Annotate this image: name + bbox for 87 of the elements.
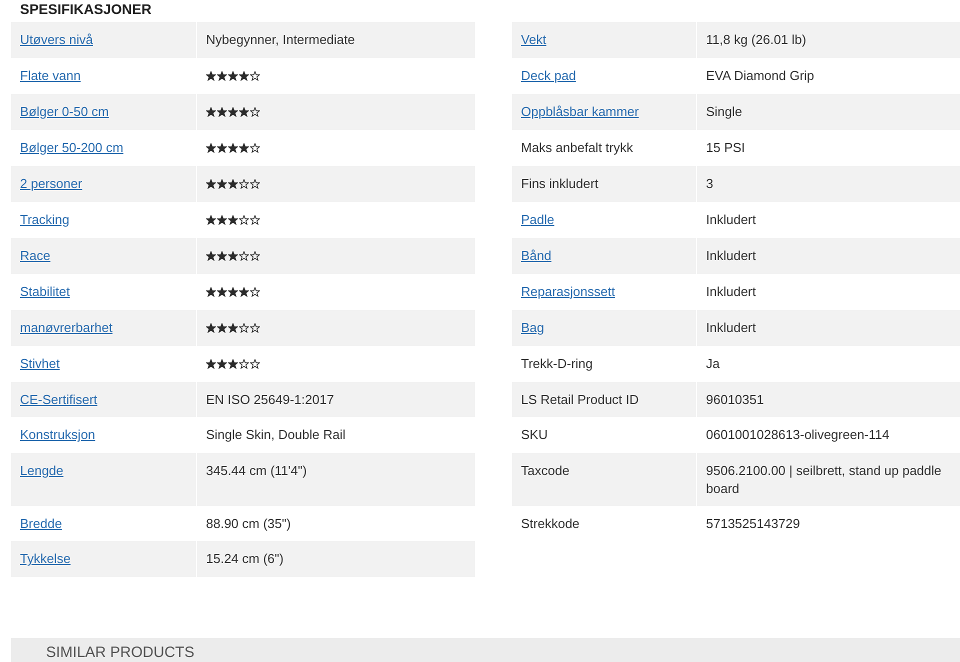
filled-star-icon [239,70,249,80]
filled-star-icon [206,214,216,224]
spec-link[interactable]: Tracking [20,212,70,226]
spec-value: 5713525143729 [706,516,800,530]
filled-star-icon [239,142,249,152]
filled-star-icon [206,178,216,188]
spec-value: Inkludert [706,212,756,226]
spec-link[interactable]: Oppblåsbar kammer [521,104,639,118]
filled-star-icon [228,250,238,260]
spec-link[interactable]: Flate vann [20,68,81,82]
spec-link[interactable]: Bredde [20,516,62,530]
filled-star-icon [228,178,238,188]
spec-value: Single Skin, Double Rail [206,427,346,442]
spec-link[interactable]: Vekt [521,32,546,47]
filled-star-icon [217,250,227,260]
filled-star-icon [228,106,238,116]
spec-label: Trekk-D-ring [521,356,593,370]
spec-link[interactable]: Tykkelse [20,551,71,566]
section-title: SIMILAR PRODUCTS [46,644,194,661]
filled-star-icon [206,142,216,152]
empty-star-icon [250,250,260,260]
filled-star-icon [206,322,216,332]
filled-star-icon [217,178,227,188]
filled-star-icon [206,250,216,260]
filled-star-icon [228,142,238,152]
empty-star-icon [250,358,260,368]
filled-star-icon [228,70,238,80]
spec-value: EN ISO 25649-1:2017 [206,392,334,406]
spec-link[interactable]: Stivhet [20,356,60,370]
spec-link[interactable]: Konstruksjon [20,427,96,442]
spec-value: 15 PSI [706,140,746,154]
spec-value: Ja [706,356,720,370]
filled-star-icon [217,322,227,332]
spec-value: 15.24 cm (6") [206,551,284,566]
filled-star-icon [217,70,227,80]
spec-link[interactable]: 2 personer [20,176,82,190]
spec-value: 9506.2100.00 | seilbrett, stand up paddle board [706,462,942,496]
empty-star-icon [250,322,260,332]
spec-link[interactable]: Stabilitet [20,284,70,298]
spec-value: Single [706,104,742,118]
spec-link[interactable]: Reparasjonssett [521,284,615,298]
spec-link[interactable]: Deck pad [521,68,576,82]
filled-star-icon [217,286,227,296]
filled-star-icon [228,322,238,332]
spec-label: Strekkode [521,516,580,530]
spec-link[interactable]: Race [20,248,50,262]
filled-star-icon [239,106,249,116]
filled-star-icon [217,214,227,224]
section-heading: SPESIFIKASJONER [19,0,152,19]
spec-value: EVA Diamond Grip [706,68,814,82]
spec-label: Maks anbefalt trykk [521,140,633,154]
spec-value: Inkludert [706,248,756,262]
spec-value: 345.44 cm (11'4") [206,462,307,478]
spec-link[interactable]: manøvrerbarhet [20,320,112,334]
filled-star-icon [206,358,216,368]
filled-star-icon [217,358,227,368]
spec-link[interactable]: Utøvers nivå [20,32,93,47]
spec-value: Inkludert [706,320,756,334]
empty-star-icon [250,178,260,188]
filled-star-icon [228,214,238,224]
filled-star-icon [206,70,216,80]
filled-star-icon [228,286,238,296]
spec-link[interactable]: Lengde [20,462,64,478]
spec-value: 3 [706,176,714,190]
spec-value: Inkludert [706,284,756,298]
spec-link[interactable]: Bølger 50-200 cm [20,140,124,154]
spec-value: 11,8 kg (26.01 lb) [706,32,806,47]
spec-label: SKU [521,427,548,442]
filled-star-icon [206,106,216,116]
spec-value: 0601001028613-olivegreen-114 [706,427,890,442]
spec-label: Taxcode [521,462,570,478]
spec-link[interactable]: CE-Sertifisert [20,392,98,406]
spec-value: 96010351 [706,392,764,406]
filled-star-icon [217,142,227,152]
spec-label: LS Retail Product ID [521,392,639,406]
empty-star-icon [250,214,260,224]
filled-star-icon [217,106,227,116]
spec-label: Fins inkludert [521,176,598,190]
filled-star-icon [228,358,238,368]
spec-link[interactable]: Padle [521,212,554,226]
filled-star-icon [206,286,216,296]
spec-link[interactable]: Bag [521,320,544,334]
spec-link[interactable]: Bølger 0-50 cm [20,104,109,118]
filled-star-icon [239,286,249,296]
spec-value: 88.90 cm (35") [206,516,291,530]
spec-link[interactable]: Bånd [521,248,552,262]
spec-value: Nybegynner, Intermediate [206,32,355,47]
